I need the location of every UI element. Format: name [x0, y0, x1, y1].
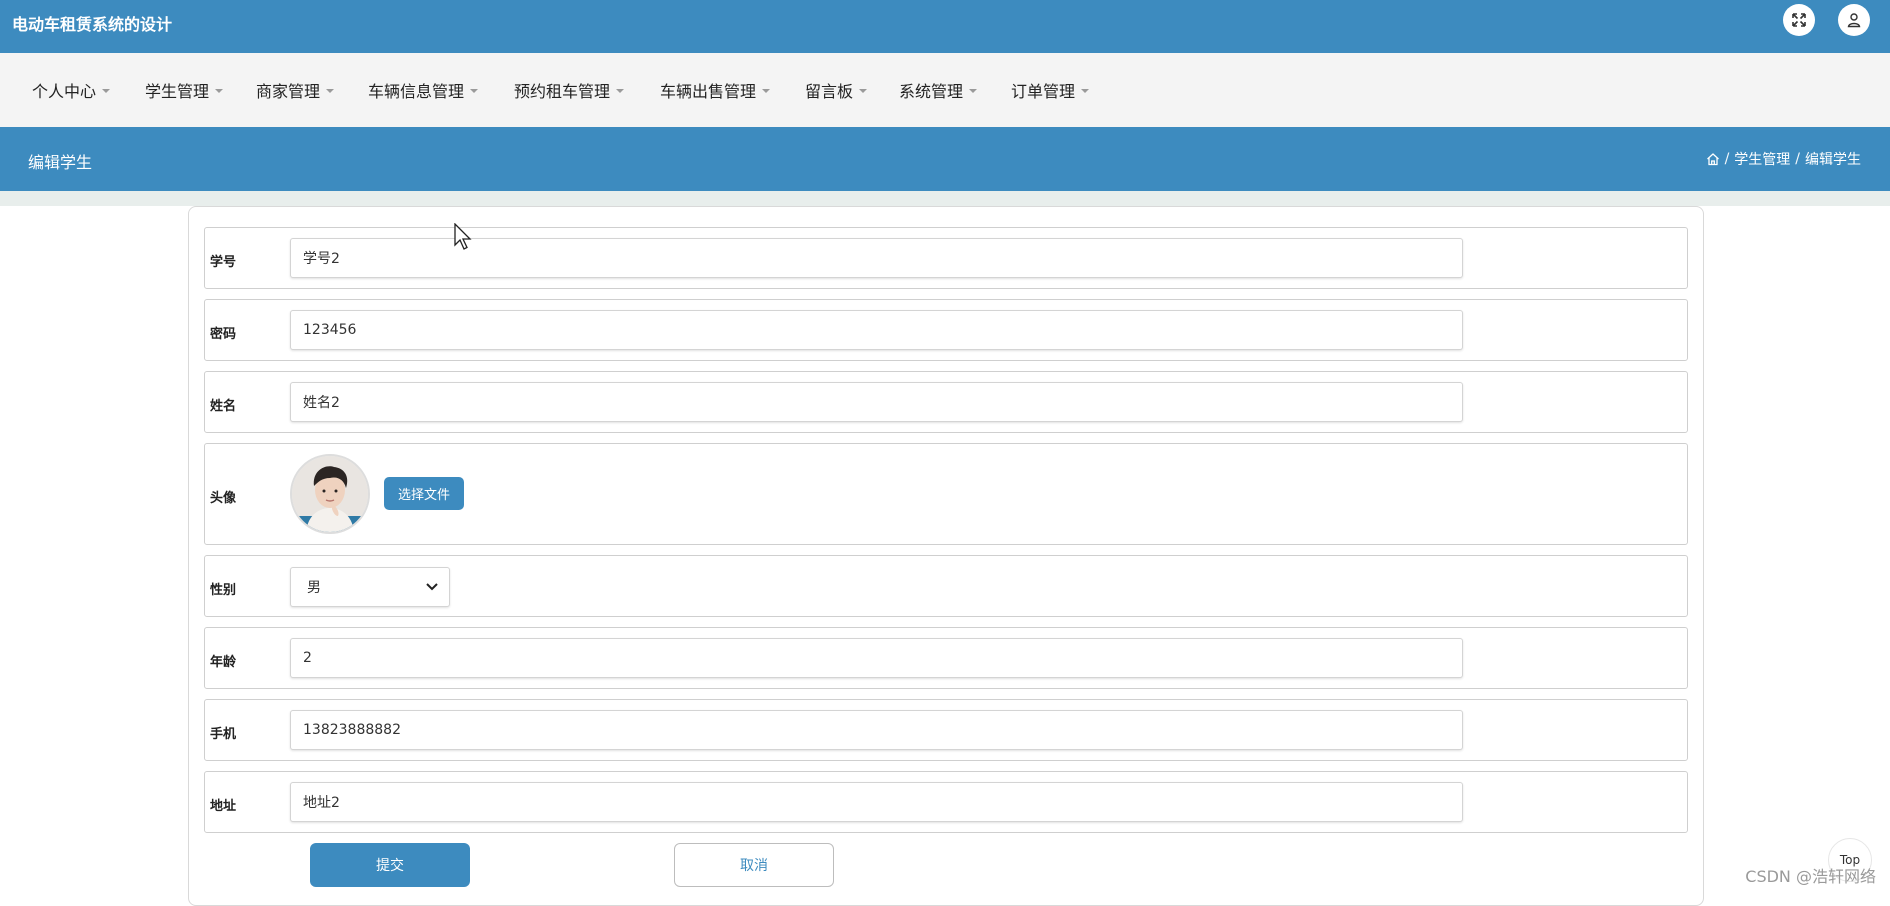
- nav-label: 车辆信息管理: [368, 82, 465, 101]
- name-input[interactable]: [290, 382, 1463, 422]
- student-id-label: 学号: [210, 255, 237, 270]
- nav-label: 留言板: [805, 82, 854, 101]
- nav-label: 订单管理: [1011, 82, 1076, 101]
- page-header: 编辑学生 / 学生管理 / 编辑学生: [0, 127, 1890, 191]
- age-label: 年龄: [210, 655, 237, 670]
- caret-down-icon: [616, 88, 625, 93]
- nav-label: 商家管理: [256, 82, 321, 101]
- caret-down-icon: [1081, 88, 1090, 93]
- nav-label: 预约租车管理: [514, 82, 611, 101]
- nav-item-vehicle-sale-management[interactable]: 车辆出售管理: [660, 78, 771, 102]
- submit-button[interactable]: 提交: [310, 843, 470, 887]
- header-divider-strip: [0, 191, 1890, 206]
- breadcrumb-student-management[interactable]: 学生管理: [1734, 149, 1790, 169]
- form-row-avatar: 头像 选择文件: [204, 443, 1688, 545]
- avatar: [290, 454, 370, 534]
- form-row-age: 年龄: [204, 627, 1688, 689]
- caret-down-icon: [326, 88, 335, 93]
- breadcrumb-current: 编辑学生: [1805, 152, 1861, 168]
- avatar-label: 头像: [210, 491, 237, 506]
- form-row-address: 地址: [204, 771, 1688, 833]
- name-label: 姓名: [210, 399, 237, 414]
- nav-item-merchant-management[interactable]: 商家管理: [256, 78, 335, 102]
- mouse-cursor-icon: [454, 222, 474, 255]
- watermark: CSDN @浩轩网络: [1745, 867, 1876, 886]
- page-title: 编辑学生: [28, 153, 93, 172]
- caret-down-icon: [102, 88, 111, 93]
- age-input[interactable]: [290, 638, 1463, 678]
- form-row-gender: 性别 男: [204, 555, 1688, 617]
- choose-file-button[interactable]: 选择文件: [384, 477, 464, 510]
- breadcrumb: / 学生管理 / 编辑学生: [1706, 149, 1861, 169]
- gender-label: 性别: [210, 583, 237, 598]
- form-row-student-id: 学号: [204, 227, 1688, 289]
- gender-select[interactable]: 男: [290, 567, 450, 607]
- phone-input[interactable]: [290, 710, 1463, 750]
- user-icon[interactable]: [1838, 4, 1870, 36]
- caret-down-icon: [215, 88, 224, 93]
- home-icon[interactable]: [1706, 152, 1720, 166]
- nav-item-vehicle-info-management[interactable]: 车辆信息管理: [368, 78, 479, 102]
- form-row-phone: 手机: [204, 699, 1688, 761]
- nav-item-reservation-management[interactable]: 预约租车管理: [514, 78, 625, 102]
- form-row-password: 密码: [204, 299, 1688, 361]
- address-input[interactable]: [290, 782, 1463, 822]
- nav-label: 车辆出售管理: [660, 82, 757, 101]
- nav-label: 学生管理: [145, 82, 210, 101]
- breadcrumb-separator: /: [1724, 151, 1730, 167]
- nav-item-system-management[interactable]: 系统管理: [899, 78, 978, 102]
- password-input[interactable]: [290, 310, 1463, 350]
- caret-down-icon: [859, 88, 868, 93]
- nav-item-order-management[interactable]: 订单管理: [1011, 78, 1090, 102]
- caret-down-icon: [762, 88, 771, 93]
- form-row-name: 姓名: [204, 371, 1688, 433]
- nav-item-student-management[interactable]: 学生管理: [145, 78, 224, 102]
- top-bar: 电动车租赁系统的设计: [0, 0, 1890, 53]
- nav-label: 系统管理: [899, 82, 964, 101]
- caret-down-icon: [969, 88, 978, 93]
- nav-label: 个人中心: [32, 82, 97, 101]
- phone-label: 手机: [210, 727, 237, 742]
- breadcrumb-separator: /: [1795, 151, 1800, 167]
- chevron-down-icon: [425, 581, 439, 597]
- nav-item-message-board[interactable]: 留言板: [805, 78, 868, 102]
- nav-item-personal-center[interactable]: 个人中心: [32, 78, 111, 102]
- address-label: 地址: [210, 799, 237, 814]
- cancel-button[interactable]: 取消: [674, 843, 834, 887]
- fullscreen-icon[interactable]: [1783, 4, 1815, 36]
- caret-down-icon: [470, 88, 479, 93]
- app-title: 电动车租赁系统的设计: [12, 15, 173, 34]
- main-nav: 个人中心 学生管理 商家管理 车辆信息管理 预约租车管理 车辆出售管理 留言板 …: [0, 53, 1890, 127]
- gender-selected-value: 男: [307, 580, 321, 596]
- password-label: 密码: [210, 327, 237, 342]
